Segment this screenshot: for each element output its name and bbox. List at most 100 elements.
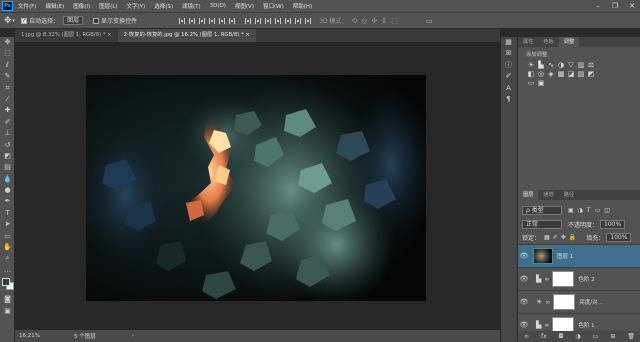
blend-mode-dropdown[interactable]: 正常	[522, 220, 562, 229]
black-white-icon[interactable]: ◧	[526, 70, 536, 79]
tab-doc-2[interactable]: 2-恢复的-恢复的.jpg @ 16.2% (图层 1, RGB/8) * ×	[117, 29, 256, 42]
blur-tool-icon[interactable]: 💧	[0, 174, 15, 185]
layer-name[interactable]: 色阶 1	[578, 321, 594, 329]
eye-icon[interactable]: 👁	[518, 275, 530, 283]
lock-all-icon[interactable]: 🔒	[569, 234, 576, 241]
lasso-tool-icon[interactable]: ℓ	[0, 60, 15, 71]
pen-tool-icon[interactable]: ✒	[0, 196, 15, 207]
distribute-right-icon[interactable]	[295, 17, 302, 24]
eyedropper-tool-icon[interactable]: ⁄	[0, 94, 15, 105]
menu-layer[interactable]: 图层(L)	[99, 2, 117, 10]
hand-tool-icon[interactable]: ✋	[0, 242, 15, 253]
menu-view[interactable]: 视图(V)	[235, 2, 254, 10]
posterize-icon[interactable]: ▨	[576, 70, 586, 79]
threshold-icon[interactable]: ◩	[586, 70, 596, 79]
tab-swatches[interactable]: 色板	[538, 37, 558, 47]
history-panel-icon[interactable]: ▦	[501, 37, 516, 48]
brightness-icon[interactable]: ☀	[526, 61, 536, 70]
new-adjustment-icon[interactable]: ◑	[575, 333, 580, 340]
lock-position-icon[interactable]: ✥	[561, 234, 566, 241]
color-balance-icon[interactable]: ⚖	[586, 61, 596, 70]
layer-row-image[interactable]: 👁 图层 1	[518, 244, 640, 267]
dropdown-icon[interactable]: ▾	[13, 18, 16, 24]
menu-3d[interactable]: 3D(D)	[210, 3, 226, 9]
gradient-map-icon[interactable]: ▭	[526, 79, 536, 88]
curves-icon[interactable]: ∿	[546, 61, 556, 70]
new-group-icon[interactable]: ▭	[593, 333, 599, 340]
path-select-tool-icon[interactable]: ➤	[0, 219, 15, 230]
align-vcenter-icon[interactable]	[189, 17, 196, 24]
vibrance-icon[interactable]: ▽	[566, 61, 576, 70]
shape-tool-icon[interactable]: ▭	[0, 231, 15, 242]
link-layers-icon[interactable]: ∞	[524, 333, 529, 340]
menu-window[interactable]: 窗口(W)	[263, 2, 284, 10]
delete-layer-icon[interactable]: 🗑	[627, 333, 635, 340]
eye-icon[interactable]: 👁	[518, 252, 530, 260]
type-tool-icon[interactable]: T	[0, 208, 15, 219]
layer-mask[interactable]	[552, 271, 575, 287]
eraser-tool-icon[interactable]: ◩	[0, 151, 15, 162]
layer-mask[interactable]	[553, 294, 576, 310]
exposure-icon[interactable]: ◑	[556, 61, 566, 70]
channel-mixer-icon[interactable]: ◈	[546, 70, 556, 79]
layer-name[interactable]: 图层 1	[557, 252, 573, 260]
layer-row-levels-2[interactable]: 👁 ▙ ∞ 色阶 2	[518, 267, 640, 290]
auto-select-checkbox[interactable]: ✓	[21, 17, 28, 24]
show-transform-checkbox[interactable]	[93, 17, 100, 24]
filter-smart-icon[interactable]: ◫	[604, 207, 610, 214]
status-arrow-icon[interactable]: ›	[132, 333, 134, 339]
menu-help[interactable]: 帮助(H)	[293, 2, 312, 10]
menu-edit[interactable]: 编辑(E)	[45, 2, 64, 10]
dodge-tool-icon[interactable]: ●	[0, 185, 15, 196]
tab-channels[interactable]: 通道	[538, 190, 558, 200]
tab-close-icon[interactable]: ×	[245, 32, 249, 38]
minimize-button[interactable]: –	[590, 0, 606, 12]
photo-filter-icon[interactable]: ◎	[536, 70, 546, 79]
menu-type[interactable]: 文字(Y)	[127, 2, 146, 10]
3d-roll-icon[interactable]: ◎	[361, 17, 367, 25]
tab-close-icon[interactable]: ×	[107, 32, 111, 38]
invert-icon[interactable]: ◪	[566, 70, 576, 79]
3d-drag-icon[interactable]: ✣	[371, 17, 377, 25]
hue-saturation-icon[interactable]: ▥	[576, 61, 586, 70]
align-bottom-icon[interactable]	[199, 17, 206, 24]
layer-name[interactable]: 色阶 2	[578, 275, 594, 283]
document-image[interactable]	[86, 75, 426, 301]
menu-file[interactable]: 文件(F)	[18, 2, 36, 10]
crop-tool-icon[interactable]: ⌗	[0, 83, 15, 94]
history-brush-tool-icon[interactable]: ↺	[0, 140, 15, 151]
layer-filter-dropdown[interactable]: ρ 类型	[522, 206, 562, 215]
align-right-icon[interactable]	[229, 17, 236, 24]
info-panel-icon[interactable]: ⓘ	[501, 60, 516, 71]
align-hcenter-icon[interactable]	[219, 17, 226, 24]
layer-row-brightness[interactable]: 👁 ☀ ∞ 亮度/对...	[518, 290, 640, 313]
fx-icon[interactable]: fx	[541, 333, 547, 340]
restore-button[interactable]: ❐	[607, 0, 623, 12]
tab-adjustments[interactable]: 调整	[558, 37, 580, 47]
filter-adjust-icon[interactable]: ◑	[578, 207, 583, 214]
layer-name[interactable]: 亮度/对...	[579, 298, 603, 306]
foreground-color-swatch[interactable]	[2, 278, 10, 287]
tab-paths[interactable]: 路径	[559, 190, 579, 200]
filter-pixel-icon[interactable]: ▣	[568, 207, 574, 214]
brush-panel-icon[interactable]: ✐	[501, 71, 516, 82]
menu-select[interactable]: 选择(S)	[154, 2, 173, 10]
3d-slide-icon[interactable]: ⇕	[381, 17, 387, 25]
auto-select-dropdown[interactable]: 图层	[63, 16, 84, 25]
menu-filter[interactable]: 滤镜(T)	[182, 2, 201, 10]
levels-icon[interactable]: ▙	[536, 61, 546, 70]
quick-select-tool-icon[interactable]: ✎	[0, 71, 15, 82]
opacity-input[interactable]: 100%	[600, 220, 626, 229]
ps-logo[interactable]: Ps	[2, 1, 13, 11]
eye-icon[interactable]: 👁	[518, 298, 530, 306]
distribute-bottom-icon[interactable]	[265, 17, 272, 24]
3d-scale-icon[interactable]: ⬚	[391, 17, 398, 25]
clone-stamp-tool-icon[interactable]: ⊥	[0, 128, 15, 139]
gradient-tool-icon[interactable]: ▤	[0, 162, 15, 173]
zoom-level[interactable]: 16.21%	[19, 333, 40, 339]
align-top-icon[interactable]	[179, 17, 186, 24]
lock-paint-icon[interactable]: ✐	[553, 234, 558, 241]
filter-type-icon[interactable]: T	[587, 207, 591, 214]
lock-pixels-icon[interactable]: ▦	[544, 234, 550, 241]
distribute-vcenter-icon[interactable]	[255, 17, 262, 24]
